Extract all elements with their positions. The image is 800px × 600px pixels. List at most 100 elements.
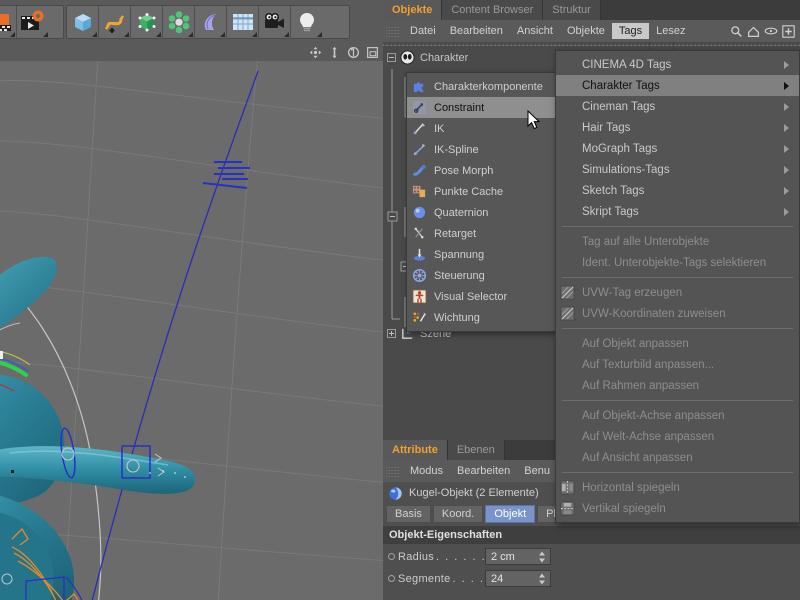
tab-struktur[interactable]: Struktur: [543, 0, 601, 20]
property-value-segmente: 24: [491, 572, 504, 585]
panel-grip-handle[interactable]: [386, 465, 400, 477]
light-icon[interactable]: [291, 6, 323, 38]
menu-item-auf-objekt-anpassen[interactable]: Auf Objekt anpassen: [556, 333, 799, 354]
subtab-objekt[interactable]: Objekt: [485, 505, 536, 523]
menu-item-auf-texturbild-anpassen[interactable]: Auf Texturbild anpassen...: [556, 354, 799, 375]
submenu-item-retarget[interactable]: Retarget: [407, 223, 557, 244]
menu-item-sketch-tags[interactable]: Sketch Tags: [556, 180, 799, 201]
submenu-item-wichtung[interactable]: Wichtung: [407, 307, 557, 328]
render-settings-icon[interactable]: [17, 6, 49, 38]
subtab-koord[interactable]: Koord.: [432, 505, 484, 523]
app-window: Objekte Content Browser Struktur Datei B…: [0, 0, 800, 600]
panel-grip-handle[interactable]: [386, 25, 400, 37]
menu-bearbeiten[interactable]: Bearbeiten: [450, 463, 517, 479]
animate-track-circle-icon[interactable]: [388, 575, 395, 582]
submenu-item-visual-selector[interactable]: Visual Selector: [407, 286, 557, 307]
menu-item-tag-auf-alle-unterobjekte[interactable]: Tag auf alle Unterobjekte: [556, 231, 799, 252]
stepper-arrows-icon[interactable]: [539, 551, 546, 562]
menu-item-hair-tags[interactable]: Hair Tags: [556, 117, 799, 138]
chevron-right-icon: [784, 102, 789, 111]
submenu-label: Quaternion: [434, 206, 489, 219]
menu-tags[interactable]: Tags: [611, 23, 650, 39]
menu-label: Simulations-Tags: [582, 163, 670, 176]
render-view-icon[interactable]: [0, 6, 17, 38]
property-input-segmente[interactable]: 24: [485, 570, 551, 587]
menu-item-cineman-tags[interactable]: Cineman Tags: [556, 96, 799, 117]
menu-bearbeiten[interactable]: Bearbeiten: [443, 23, 510, 39]
menu-label: Auf Objekt anpassen: [582, 337, 689, 350]
submenu-label: Wichtung: [434, 311, 480, 324]
menu-item-simulations-tags[interactable]: Simulations-Tags: [556, 159, 799, 180]
menu-separator: [562, 400, 793, 401]
menu-item-charakter-tags[interactable]: Charakter Tags: [556, 75, 799, 96]
menu-label: Sketch Tags: [582, 184, 645, 197]
chevron-right-icon: [784, 81, 789, 90]
menu-item-auf-objekt-achse-anpassen[interactable]: Auf Objekt-Achse anpassen: [556, 405, 799, 426]
menu-item-mograph-tags[interactable]: MoGraph Tags: [556, 138, 799, 159]
menu-label: Vertikal spiegeln: [582, 502, 666, 515]
menu-item-uvw-tag-erzeugen[interactable]: UVW-Tag erzeugen: [556, 282, 799, 303]
property-row-segmente: Segmente . . . . 24: [383, 568, 800, 589]
menu-item-horizontal-spiegeln[interactable]: Horizontal spiegeln: [556, 477, 799, 498]
menu-objekte[interactable]: Objekte: [560, 23, 612, 39]
menu-item-auf-ansicht-anpassen[interactable]: Auf Ansicht anpassen: [556, 447, 799, 468]
tab-content-browser[interactable]: Content Browser: [442, 0, 544, 20]
menu-item-auf-rahmen-anpassen[interactable]: Auf Rahmen anpassen: [556, 375, 799, 396]
tab-ebenen[interactable]: Ebenen: [447, 440, 505, 460]
animate-track-circle-icon[interactable]: [388, 553, 395, 560]
home-icon[interactable]: [747, 25, 760, 38]
menu-separator: [562, 277, 793, 278]
menu-datei[interactable]: Datei: [403, 23, 443, 39]
toolbar-group-render: [0, 5, 64, 39]
submenu-item-ik[interactable]: IK: [407, 118, 557, 139]
charakter-tags-submenu[interactable]: Charakterkomponente Constraint IK IK-Spl…: [406, 72, 558, 332]
menu-modus[interactable]: Modus: [403, 463, 450, 479]
nurbs-icon[interactable]: [131, 6, 163, 38]
rotate-view-icon[interactable]: [347, 46, 360, 59]
menu-lesezeichen[interactable]: Lesez: [649, 23, 692, 39]
camera-icon[interactable]: [259, 6, 291, 38]
menu-item-auf-welt-achse-anpassen[interactable]: Auf Welt-Achse anpassen: [556, 426, 799, 447]
property-dots-segmente: . . . .: [452, 572, 485, 585]
menu-item-ident-unterobjekte-tags-selektieren[interactable]: Ident. Unterobjekte-Tags selektieren: [556, 252, 799, 273]
tab-objekte[interactable]: Objekte: [383, 0, 443, 20]
submenu-label: Constraint: [434, 101, 485, 114]
fullscreen-view-icon[interactable]: [366, 46, 379, 59]
menu-item-uvw-koordinaten-zuweisen[interactable]: UVW-Koordinaten zuweisen: [556, 303, 799, 324]
array-icon[interactable]: [163, 6, 195, 38]
add-layer-icon[interactable]: [782, 24, 795, 38]
dolly-view-icon[interactable]: [328, 46, 341, 59]
spline-icon[interactable]: [99, 6, 131, 38]
submenu-item-pose-morph[interactable]: Pose Morph: [407, 160, 557, 181]
eye-icon[interactable]: [764, 26, 778, 36]
stepper-arrows-icon[interactable]: [539, 573, 546, 584]
submenu-item-quaternion[interactable]: Quaternion: [407, 202, 557, 223]
viewport-panel[interactable]: [0, 44, 383, 600]
submenu-label: Spannung: [434, 248, 485, 261]
tab-attribute[interactable]: Attribute: [383, 440, 448, 460]
subtab-basis[interactable]: Basis: [386, 505, 431, 523]
viewport-3d-canvas[interactable]: [0, 61, 383, 600]
cube-primitive-icon[interactable]: [67, 6, 99, 38]
menu-label: Tag auf alle Unterobjekte: [582, 235, 710, 248]
menu-benutzerdaten[interactable]: Benu: [517, 463, 557, 479]
submenu-item-constraint[interactable]: Constraint: [407, 97, 557, 118]
menu-item-skript-tags[interactable]: Skript Tags: [556, 201, 799, 222]
submenu-label: IK-Spline: [434, 143, 479, 156]
toolbar-group-objects: [66, 5, 350, 39]
submenu-item-spannung[interactable]: Spannung: [407, 244, 557, 265]
property-value-radius: 2 cm: [491, 550, 515, 563]
deformer-icon[interactable]: [195, 6, 227, 38]
menu-item-cinema4d-tags[interactable]: CINEMA 4D Tags: [556, 54, 799, 75]
menu-item-vertikal-spiegeln[interactable]: Vertikal spiegeln: [556, 498, 799, 519]
submenu-item-steuerung[interactable]: Steuerung: [407, 265, 557, 286]
search-icon[interactable]: [730, 25, 743, 38]
menu-ansicht[interactable]: Ansicht: [510, 23, 560, 39]
tags-dropdown-menu[interactable]: CINEMA 4D Tags Charakter Tags Cineman Ta…: [555, 50, 800, 523]
submenu-item-ik-spline[interactable]: IK-Spline: [407, 139, 557, 160]
submenu-item-punkte-cache[interactable]: Punkte Cache: [407, 181, 557, 202]
scene-floor-icon[interactable]: [227, 6, 259, 38]
property-input-radius[interactable]: 2 cm: [485, 548, 551, 565]
submenu-item-charakterkomponente[interactable]: Charakterkomponente: [407, 76, 557, 97]
move-view-icon[interactable]: [309, 46, 322, 59]
